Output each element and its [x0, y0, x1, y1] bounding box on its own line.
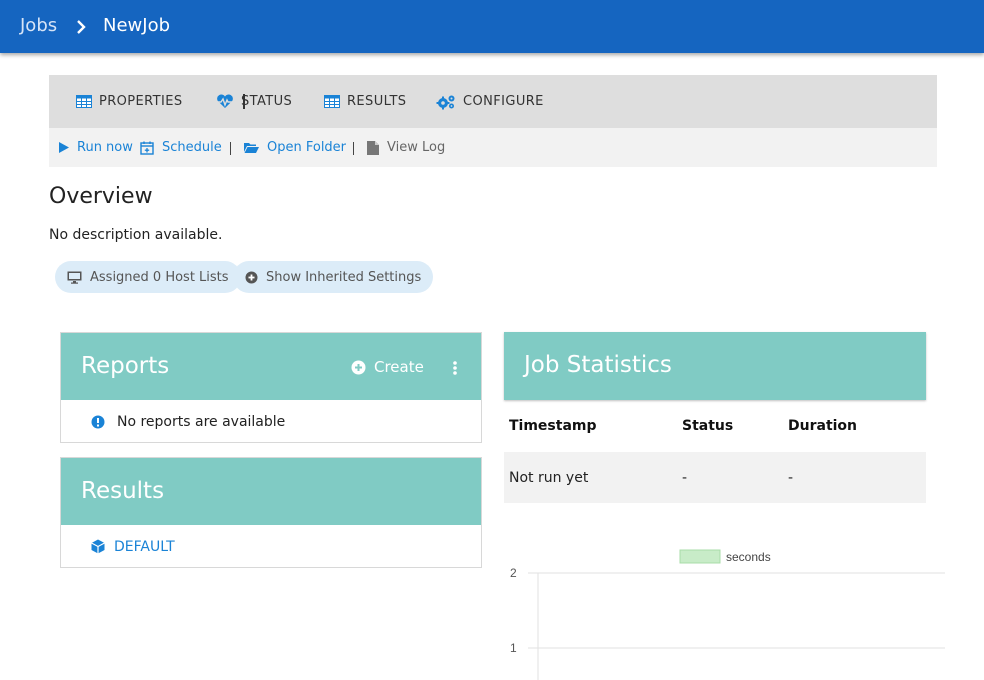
job-statistics-header: Job Statistics	[504, 332, 926, 400]
reports-empty-row: No reports are available	[61, 400, 481, 443]
y-tick-label-2: 2	[510, 566, 517, 580]
show-inherited-label: Show Inherited Settings	[266, 269, 422, 285]
action-divider	[230, 142, 231, 155]
cube-icon	[91, 539, 105, 554]
more-options-icon[interactable]	[450, 360, 460, 376]
calendar-plus-icon	[140, 141, 154, 155]
no-reports-message: No reports are available	[117, 413, 286, 430]
job-statistics-title: Job Statistics	[524, 352, 672, 378]
column-header-timestamp: Timestamp	[509, 418, 597, 434]
create-label: Create	[374, 358, 424, 376]
job-statistics-card: Job Statistics	[504, 332, 926, 400]
results-title: Results	[81, 478, 165, 504]
timestamp-cell: Not run yet	[509, 470, 589, 486]
gears-icon	[436, 95, 455, 109]
heartbeat-icon	[217, 94, 233, 108]
host-lists-label: Assigned 0 Host Lists	[90, 269, 229, 285]
run-now-label: Run now	[77, 140, 133, 155]
tab-configure[interactable]: CONFIGURE	[436, 75, 544, 128]
reports-card: Reports Create No reports are available	[60, 332, 482, 443]
folder-open-icon	[244, 142, 259, 153]
create-report-button[interactable]: Create	[351, 358, 424, 376]
y-tick-label-1: 1	[510, 641, 517, 655]
status-cell: -	[682, 470, 688, 486]
result-item-label: DEFAULT	[114, 538, 175, 555]
duration-cell: -	[788, 470, 794, 486]
tab-status[interactable]: STATUS	[216, 75, 292, 128]
page-title: Overview	[49, 184, 153, 209]
breadcrumb-current: NewJob	[103, 15, 171, 36]
results-card: Results DEFAULT	[60, 457, 482, 568]
plus-circle-icon	[351, 360, 366, 374]
tab-label: CONFIGURE	[463, 94, 544, 109]
table-icon	[324, 95, 340, 108]
top-app-bar: Jobs NewJob	[0, 0, 984, 53]
results-card-header: Results	[61, 458, 481, 525]
overview-description: No description available.	[49, 227, 223, 243]
open-folder-label: Open Folder	[267, 140, 347, 155]
open-folder-button[interactable]: Open Folder	[244, 128, 346, 167]
tab-properties[interactable]: PROPERTIES	[76, 75, 183, 128]
show-inherited-settings-chip[interactable]: Show Inherited Settings	[233, 261, 434, 293]
play-icon	[59, 142, 69, 153]
reports-title: Reports	[81, 353, 170, 379]
tab-label: STATUS	[241, 94, 293, 109]
table-icon	[76, 95, 92, 108]
file-icon	[367, 140, 379, 155]
view-log-label: View Log	[387, 140, 446, 155]
host-lists-chip[interactable]: Assigned 0 Host Lists	[55, 261, 241, 293]
view-log-button[interactable]: View Log	[367, 128, 445, 167]
monitor-icon	[67, 271, 82, 284]
tab-label: RESULTS	[347, 94, 407, 109]
plus-circle-icon	[245, 271, 258, 283]
legend-swatch	[679, 549, 721, 564]
chevron-right-icon	[77, 20, 86, 34]
tab-results[interactable]: RESULTS	[324, 75, 406, 128]
table-row: Not run yet - -	[504, 452, 926, 503]
duration-chart: seconds 2 1	[510, 549, 945, 680]
column-header-duration: Duration	[788, 418, 858, 434]
schedule-label: Schedule	[162, 140, 222, 155]
legend-label: seconds	[726, 550, 771, 564]
tab-bar: PROPERTIES STATUS RESULTS CONFIGURE	[49, 75, 937, 128]
result-item-default[interactable]: DEFAULT	[61, 525, 481, 568]
action-bar: Run now Schedule Open Folder View Log	[49, 128, 937, 167]
action-divider	[353, 142, 354, 155]
reports-card-header: Reports Create	[61, 333, 481, 400]
breadcrumb-jobs-link[interactable]: Jobs	[20, 15, 57, 36]
info-circle-icon	[91, 415, 105, 428]
run-now-button[interactable]: Run now	[59, 128, 133, 167]
column-header-status: Status	[682, 418, 734, 434]
tab-label: PROPERTIES	[99, 94, 183, 109]
schedule-button[interactable]: Schedule	[140, 128, 222, 167]
